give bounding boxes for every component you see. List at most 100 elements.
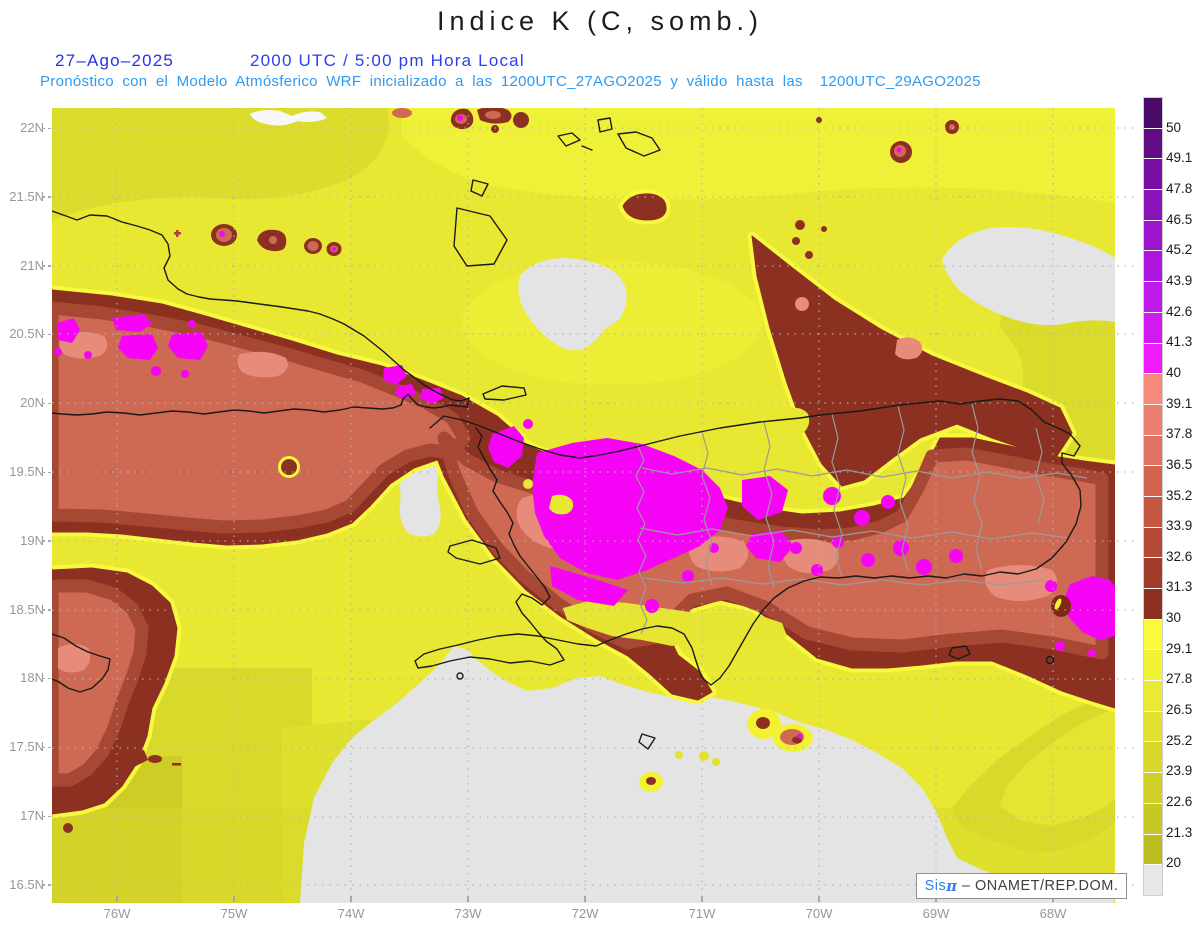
lat-label: 19.5N — [9, 464, 44, 479]
watermark-sis: Sis — [924, 878, 947, 894]
colorbar-tick-label: 39.1 — [1166, 395, 1193, 411]
lon-label: 74W — [337, 906, 365, 921]
k-index-contour-map — [51, 108, 1137, 903]
lon-tick — [701, 896, 703, 902]
colorbar-tick-label: 22.6 — [1166, 794, 1193, 810]
lat-tick — [48, 609, 51, 611]
lat-label: 17N — [20, 808, 44, 823]
colorbar-tick-label: 23.9 — [1166, 763, 1193, 779]
lat-tick — [42, 746, 45, 749]
colorbar-tick-label: 36.5 — [1166, 456, 1193, 472]
lat-tick — [42, 815, 45, 817]
lat-tick — [48, 746, 51, 749]
lat-tick — [48, 677, 51, 680]
lat-label: 18.5N — [9, 601, 44, 617]
lon-tick — [116, 896, 118, 902]
colorbar-tick-label: 27.8 — [1166, 671, 1193, 687]
colorbar-tick-label: 25.2 — [1166, 732, 1193, 748]
lon-tick — [584, 896, 586, 902]
colorbar-tick-label: 45.2 — [1166, 242, 1193, 258]
lat-label: 22N — [20, 120, 44, 135]
colorbar-tick-label: 37.8 — [1166, 426, 1193, 442]
lat-tick — [42, 609, 45, 611]
colorbar-tick-label: 49.1 — [1166, 150, 1193, 166]
colorbar-segment — [1144, 251, 1162, 282]
colorbar-segment — [1144, 220, 1162, 251]
lon-label: 76W — [103, 906, 131, 921]
lat-tick — [48, 540, 51, 542]
lat-tick — [42, 540, 45, 542]
colorbar-segment — [1144, 650, 1162, 681]
lon-tick — [467, 896, 469, 902]
lat-label: 21.5N — [9, 188, 44, 204]
lat-tick — [42, 471, 45, 473]
lat-tick — [48, 196, 51, 198]
colorbar-tick-label: 29.1 — [1166, 640, 1193, 656]
lon-label: 69W — [922, 906, 950, 921]
colorbar-segment — [1144, 834, 1162, 865]
colorbar-tick-label: 43.9 — [1166, 272, 1193, 288]
colorbar-segment — [1144, 558, 1162, 588]
model-subtitle: Pronóstico con el Modelo Atmósferico WRF… — [40, 73, 981, 90]
colorbar-segment — [1144, 527, 1162, 558]
lon-label: 72W — [571, 906, 599, 921]
colorbar-tick-label: 31.3 — [1166, 579, 1193, 595]
lon-label: 73W — [454, 906, 482, 921]
colorbar-segment — [1144, 159, 1162, 190]
colorbar-tick-label: 40 — [1166, 364, 1182, 380]
colorbar-tick-label: 42.6 — [1166, 303, 1193, 319]
lat-label: 20N — [20, 395, 44, 411]
colorbar-segment — [1144, 773, 1162, 803]
colorbar-tick-label: 20 — [1166, 855, 1182, 871]
lat-tick — [48, 815, 51, 817]
colorbar-segment — [1144, 404, 1162, 435]
domain-edge-gutter — [1115, 108, 1137, 903]
colorbar-tick-label: 33.9 — [1166, 518, 1193, 534]
page-title: Indice K (C, somb.) — [436, 6, 764, 36]
colorbar-segment — [1144, 865, 1162, 895]
lat-tick — [48, 127, 51, 129]
lat-tick — [48, 402, 51, 405]
colorbar-segment — [1144, 343, 1162, 374]
colorbar-segment — [1144, 312, 1162, 343]
colorbar-segment — [1144, 190, 1162, 220]
colorbar-tick-label: 30 — [1166, 610, 1182, 626]
colorbar-segment — [1144, 711, 1162, 742]
colorbar-segment — [1144, 128, 1162, 159]
map-area — [51, 108, 1137, 903]
colorbar-segment — [1144, 98, 1162, 128]
colorbar-tick-label: 50 — [1166, 119, 1182, 135]
lat-tick — [42, 677, 45, 680]
colorbar-tick-label: 46.5 — [1166, 211, 1193, 227]
lon-label: 68W — [1039, 906, 1067, 921]
colorbar-tick-label: 35.2 — [1166, 487, 1193, 503]
forecast-time: 2000 UTC / 5:00 pm Hora Local — [250, 51, 525, 70]
colorbar — [1143, 97, 1163, 896]
colorbar-segment — [1144, 742, 1162, 773]
lat-tick — [42, 402, 45, 405]
lon-tick — [233, 896, 235, 902]
colorbar-segment — [1144, 589, 1162, 619]
lat-tick — [42, 884, 45, 886]
lon-tick — [818, 896, 820, 902]
lon-tick — [350, 896, 352, 902]
lat-tick — [48, 884, 51, 886]
colorbar-segment — [1144, 681, 1162, 711]
colorbar-segment — [1144, 435, 1162, 466]
weather-map-page: Indice K (C, somb.) 27–Ago–2025 2000 UTC… — [0, 0, 1200, 927]
lat-label: 20.5N — [9, 326, 44, 342]
colorbar-segment — [1144, 619, 1162, 650]
lon-label: 70W — [805, 906, 833, 921]
colorbar-segment — [1144, 803, 1162, 834]
lat-tick — [42, 333, 45, 336]
lat-label: 21N — [20, 257, 44, 273]
colorbar-segment — [1144, 496, 1162, 527]
lat-tick — [48, 471, 51, 473]
watermark-badge: Sis π – ONAMET/REP.DOM. — [916, 873, 1127, 899]
colorbar-segment — [1144, 282, 1162, 312]
lat-tick — [48, 265, 51, 267]
colorbar-tick-label: 41.3 — [1166, 334, 1193, 350]
colorbar-segment — [1144, 466, 1162, 496]
watermark-pi-icon: π — [946, 877, 958, 895]
watermark-org: – ONAMET/REP.DOM. — [957, 878, 1119, 894]
